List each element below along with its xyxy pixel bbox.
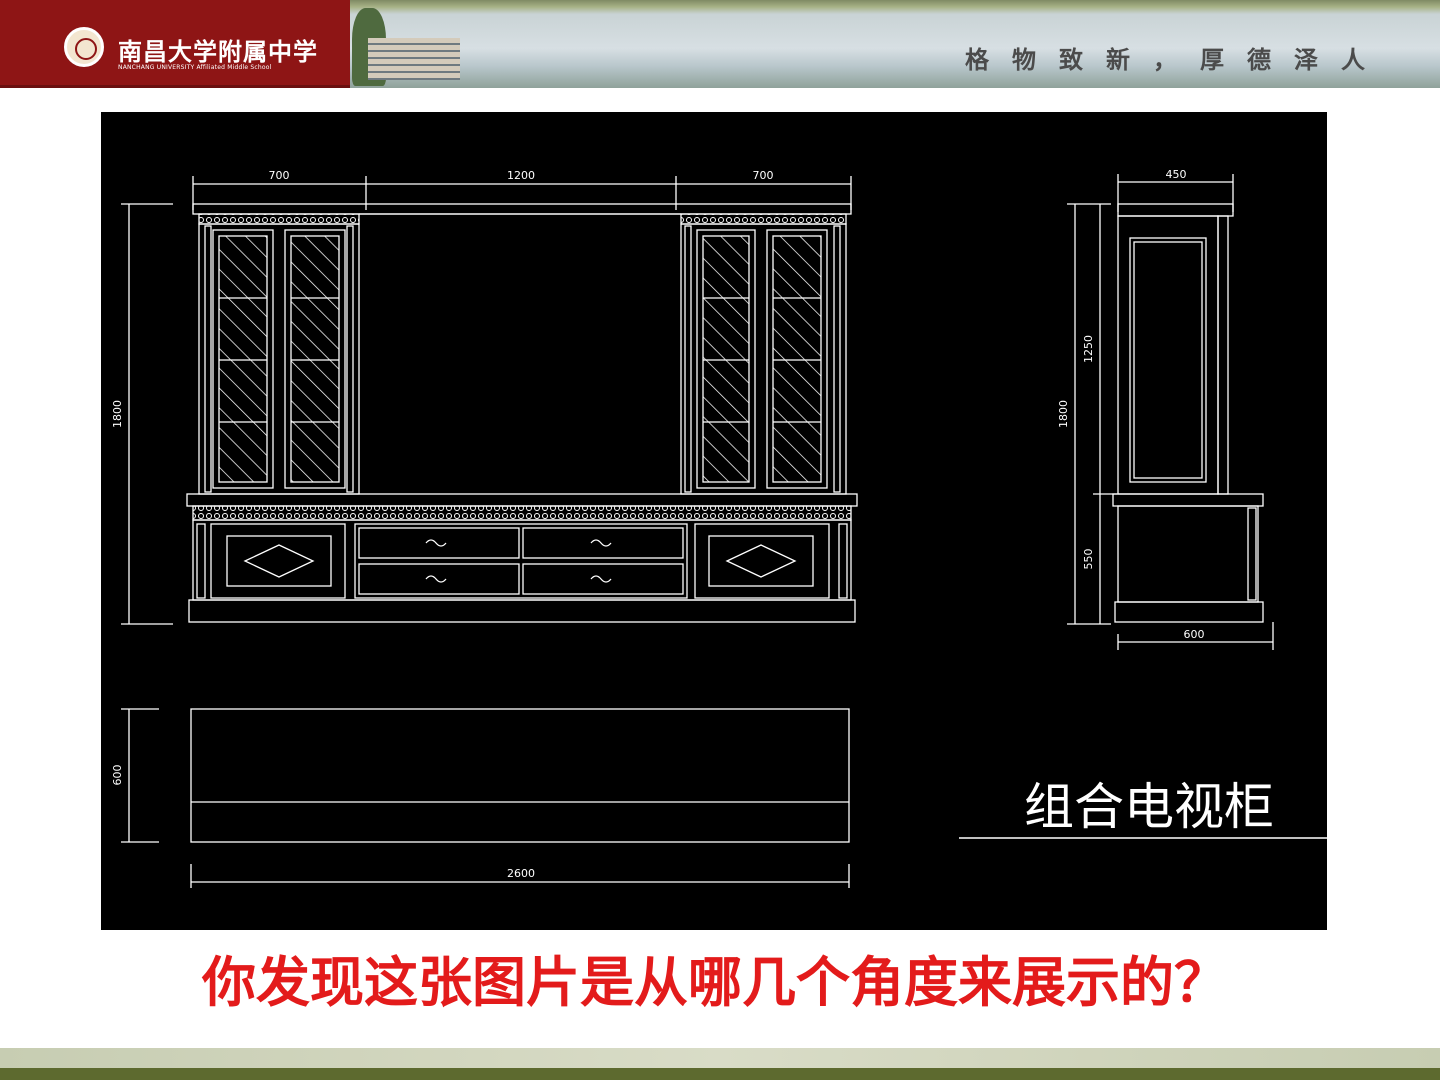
cad-drawing: 700 1200 700 1800 450 1800 1250 550 600 [101,112,1327,930]
school-name-en: NANCHANG UNIVERSITY Affiliated Middle Sc… [118,64,272,71]
school-logo-panel: 南昌大学附属中学 NANCHANG UNIVERSITY Affiliated … [0,0,350,88]
side-upper-height-dim: 1250 [1082,335,1095,363]
footer-bar [0,1068,1440,1080]
footer-band [0,1048,1440,1068]
front-dim-right: 700 [753,169,774,182]
school-motto: 格物致新，厚德泽人 [965,45,1388,74]
question-text: 你发现这张图片是从哪几个角度来展示的？ [202,950,1228,1014]
front-height-dim: 1800 [111,400,124,428]
drawing-title: 组合电视柜 [1024,778,1274,836]
plan-width-dim: 2600 [507,867,535,880]
building-image [368,38,460,80]
front-dim-center: 1200 [507,169,535,182]
side-lower-height-dim: 550 [1082,549,1095,570]
front-dim-left: 700 [269,169,290,182]
plan-depth-dim: 600 [111,765,124,786]
school-seal-icon [64,27,104,67]
side-bottom-width-dim: 600 [1184,628,1205,641]
side-total-height-dim: 1800 [1057,400,1070,428]
side-top-width-dim: 450 [1166,168,1187,181]
school-name-cn: 南昌大学附属中学 [118,37,318,66]
header-banner: 南昌大学附属中学 NANCHANG UNIVERSITY Affiliated … [0,0,1440,88]
